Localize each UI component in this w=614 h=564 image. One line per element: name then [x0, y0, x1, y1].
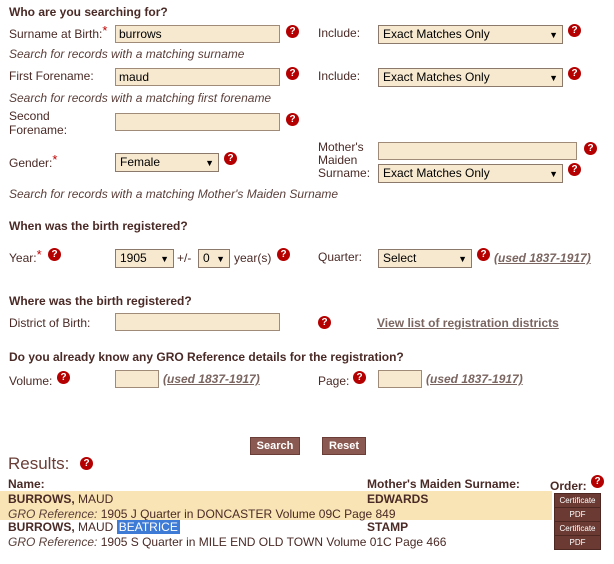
dropdown-arrow-icon: ▼: [216, 254, 225, 264]
col-header-name: Name:: [8, 477, 45, 491]
help-icon-gender[interactable]: ?: [224, 152, 237, 165]
quarter-used-link[interactable]: (used 1837-1917): [494, 251, 591, 265]
volume-label: Volume:: [9, 374, 53, 388]
year-select[interactable]: 1905 ▼: [115, 249, 174, 268]
help-icon-volume[interactable]: ?: [57, 371, 70, 384]
surname-hint: Search for records with a matching surna…: [9, 47, 245, 61]
second-forename-label: Second Forename:: [9, 109, 68, 137]
help-icon-quarter[interactable]: ?: [477, 248, 490, 261]
page-input[interactable]: [378, 370, 422, 388]
help-icon-district[interactable]: ?: [318, 316, 331, 329]
forename-hint: Search for records with a matching first…: [9, 91, 272, 105]
help-icon-forename[interactable]: ?: [286, 67, 299, 80]
page-used-link[interactable]: (used 1837-1917): [426, 372, 523, 386]
forename-input[interactable]: maud: [115, 68, 280, 86]
help-icon-order[interactable]: ?: [591, 475, 604, 488]
year-range-select[interactable]: 0 ▼: [198, 249, 230, 268]
quarter-select-value: Select: [383, 251, 417, 265]
include-label-forename: Include:: [318, 69, 361, 83]
help-icon-range[interactable]: ?: [277, 248, 290, 261]
dropdown-arrow-icon: ▼: [458, 254, 467, 264]
dropdown-arrow-icon: ▼: [160, 254, 169, 264]
districts-list-link[interactable]: View list of registration districts: [377, 316, 559, 330]
help-icon-surname[interactable]: ?: [286, 25, 299, 38]
required-icon: *: [36, 247, 42, 262]
plus-minus-label: +/-: [177, 251, 192, 265]
second-forename-input[interactable]: [115, 113, 280, 131]
gender-select[interactable]: Female ▼: [115, 153, 219, 172]
section-heading-when: When was the birth registered?: [9, 219, 188, 233]
forename-label: First Forename:: [9, 69, 94, 83]
quarter-label: Quarter:: [318, 250, 363, 264]
include-select-mmn[interactable]: Exact Matches Only ▼: [378, 164, 563, 183]
col-header-order: Order:: [550, 479, 587, 493]
search-button[interactable]: Search: [250, 437, 300, 455]
help-icon-year[interactable]: ?: [48, 248, 61, 261]
years-label: year(s): [234, 251, 272, 265]
help-icon-mmn[interactable]: ?: [584, 142, 597, 155]
district-label: District of Birth:: [9, 316, 91, 330]
volume-input[interactable]: [115, 370, 159, 388]
results-title: Results:: [8, 454, 70, 473]
mmn-input[interactable]: [378, 142, 577, 160]
section-heading-who: Who are you searching for?: [9, 5, 168, 19]
help-icon-second-forename[interactable]: ?: [286, 113, 299, 126]
result-row-1-gro: GRO Reference: 1905 J Quarter in DONCAST…: [8, 507, 396, 521]
dropdown-arrow-icon: ▼: [549, 30, 558, 40]
volume-used-link[interactable]: (used 1837-1917): [163, 372, 260, 386]
year-range-select-value: 0: [203, 251, 210, 265]
result-row-2-name: BURROWS, MAUD BEATRICE: [8, 520, 180, 534]
mmn-hint: Search for records with a matching Mothe…: [9, 187, 339, 201]
certificate-button-1[interactable]: Certificate: [554, 493, 601, 508]
col-header-mmn: Mother's Maiden Surname:: [367, 477, 520, 491]
result-row-1-name: BURROWS, MAUD: [8, 492, 114, 506]
gender-select-value: Female: [120, 155, 161, 169]
required-icon: *: [102, 23, 108, 38]
required-icon: *: [52, 152, 58, 167]
help-icon-include-forename[interactable]: ?: [568, 67, 581, 80]
gender-label: Gender:*: [9, 152, 58, 170]
dropdown-arrow-icon: ▼: [549, 73, 558, 83]
result-row-1-mmn: EDWARDS: [367, 492, 429, 506]
year-label: Year:*: [9, 247, 42, 265]
district-input[interactable]: [115, 313, 280, 331]
reset-button[interactable]: Reset: [322, 437, 366, 455]
help-icon-include-mmn[interactable]: ?: [568, 163, 581, 176]
quarter-select[interactable]: Select ▼: [378, 249, 472, 268]
help-icon-page[interactable]: ?: [353, 371, 366, 384]
pdf-button-1[interactable]: PDF: [554, 507, 601, 522]
help-icon-include-surname[interactable]: ?: [568, 24, 581, 37]
section-heading-gro: Do you already know any GRO Reference de…: [9, 350, 404, 364]
page-label: Page:: [318, 374, 350, 388]
surname-label: Surname at Birth:*: [9, 23, 108, 41]
dropdown-arrow-icon: ▼: [549, 169, 558, 179]
help-icon-results[interactable]: ?: [80, 457, 93, 470]
surname-input[interactable]: burrows: [115, 25, 280, 43]
include-select-forename-value: Exact Matches Only: [383, 70, 490, 84]
mmn-label: Mother's Maiden Surname:: [318, 140, 371, 180]
selected-text-highlight: BEATRICE: [116, 520, 180, 534]
result-row-2-mmn: STAMP: [367, 520, 409, 534]
year-select-value: 1905: [120, 251, 147, 265]
dropdown-arrow-icon: ▼: [205, 158, 214, 168]
include-select-mmn-value: Exact Matches Only: [383, 166, 490, 180]
include-select-surname-value: Exact Matches Only: [383, 27, 490, 41]
certificate-button-2[interactable]: Certificate: [554, 521, 601, 536]
include-select-surname[interactable]: Exact Matches Only ▼: [378, 25, 563, 44]
pdf-button-2[interactable]: PDF: [554, 535, 601, 550]
result-row-2-gro: GRO Reference: 1905 S Quarter in MILE EN…: [8, 535, 447, 549]
include-label-surname: Include:: [318, 26, 361, 40]
include-select-forename[interactable]: Exact Matches Only ▼: [378, 68, 563, 87]
section-heading-where: Where was the birth registered?: [9, 294, 192, 308]
